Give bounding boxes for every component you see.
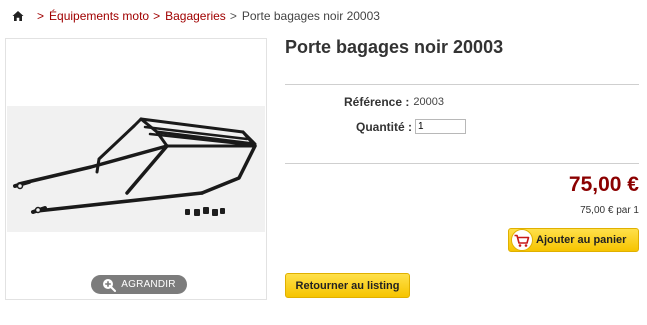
- breadcrumb: > Équipements moto > Bagageries > Porte …: [12, 7, 380, 25]
- divider: [285, 84, 639, 85]
- product-image-box: AGRANDIR: [5, 38, 267, 300]
- product-title: Porte bagages noir 20003: [285, 37, 504, 57]
- breadcrumb-separator: >: [229, 9, 237, 23]
- breadcrumb-current: Porte bagages noir 20003: [241, 9, 380, 23]
- divider: [285, 163, 639, 164]
- breadcrumb-link-bagageries[interactable]: Bagageries: [165, 9, 226, 23]
- quantity-label: Quantité :: [356, 119, 412, 134]
- back-to-listing-button[interactable]: Retourner au listing: [285, 273, 410, 298]
- quantity-row: Quantité :: [356, 119, 466, 134]
- shopping-cart-icon: [511, 229, 533, 251]
- add-to-cart-button[interactable]: Ajouter au panier: [508, 228, 639, 252]
- add-to-cart-label: Ajouter au panier: [536, 234, 627, 246]
- reference-value: 20003: [413, 96, 444, 108]
- product-price: 75,00 €: [568, 173, 639, 196]
- zoom-button[interactable]: AGRANDIR: [91, 275, 187, 294]
- zoom-label: AGRANDIR: [121, 279, 176, 290]
- home-icon[interactable]: [12, 10, 24, 22]
- quantity-input[interactable]: [415, 119, 466, 134]
- back-to-listing-label: Retourner au listing: [295, 279, 400, 292]
- breadcrumb-separator: >: [153, 9, 161, 23]
- reference-label: Référence :: [344, 95, 410, 109]
- breadcrumb-separator: >: [37, 9, 45, 23]
- zoom-in-icon: [103, 278, 117, 292]
- reference-row: Référence : 20003: [344, 95, 444, 109]
- product-image[interactable]: [7, 106, 265, 232]
- unit-price: 75,00 € par 1: [580, 205, 639, 216]
- breadcrumb-link-equipements-moto[interactable]: Équipements moto: [49, 9, 149, 23]
